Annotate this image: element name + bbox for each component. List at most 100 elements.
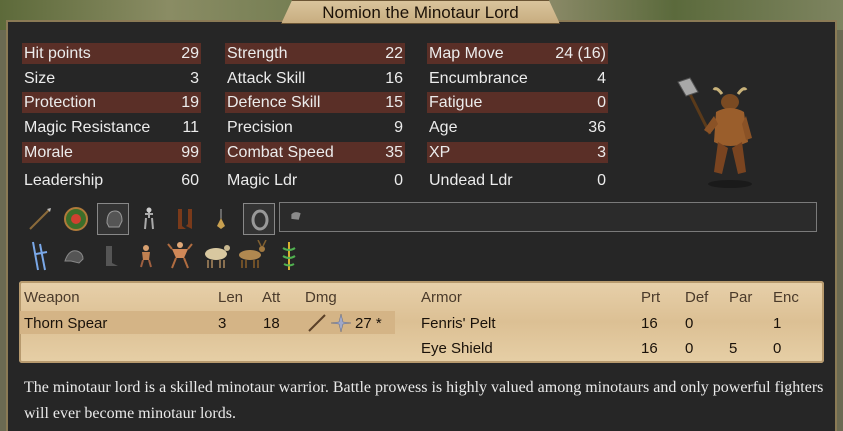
weapon-name[interactable]: Thorn Spear [24, 315, 107, 333]
stat-magic-leadership[interactable]: Magic Ldr 0 [225, 170, 405, 191]
stat-xp[interactable]: XP 3 [427, 142, 608, 163]
unit-description: The minotaur lord is a skilled minotaur … [24, 379, 824, 422]
armor-enc: 0 [773, 340, 782, 357]
stat-fatigue[interactable]: Fatigue 0 [427, 92, 608, 113]
amulet-icon[interactable] [208, 206, 234, 232]
armor-name[interactable]: Fenris' Pelt [421, 315, 496, 333]
enc-header: Enc [773, 289, 799, 306]
title-tab: Nomion the Minotaur Lord [281, 0, 560, 24]
weapon-att: 18 [263, 315, 280, 332]
stat-combat-speed[interactable]: Combat Speed 35 [225, 142, 405, 163]
stat-value: 0 [597, 94, 606, 111]
stat-label: Morale [24, 144, 73, 161]
weapon-len: 3 [218, 315, 227, 332]
stat-strength[interactable]: Strength 22 [225, 43, 405, 64]
warrior-icon[interactable] [133, 243, 159, 269]
stat-label: Size [24, 70, 56, 87]
stat-hit-points[interactable]: Hit points 29 [22, 43, 201, 64]
len-header: Len [218, 289, 244, 306]
caduceus-icon[interactable] [276, 240, 302, 272]
stat-value: 3 [597, 144, 606, 161]
stat-value: 15 [385, 94, 403, 111]
stat-morale[interactable]: Morale 99 [22, 142, 201, 163]
stat-label: Combat Speed [227, 144, 334, 161]
armor-header: Armor [421, 289, 462, 306]
stat-label: Attack Skill [227, 70, 306, 87]
att-header: Att [262, 289, 281, 306]
stat-leadership[interactable]: Leadership 60 [22, 170, 201, 191]
stat-age[interactable]: Age 36 [427, 117, 608, 138]
stat-label: Age [429, 119, 458, 136]
stat-label: Map Move [429, 45, 504, 62]
armor-name[interactable]: Eye Shield [421, 340, 493, 358]
ram-icon[interactable] [200, 240, 232, 270]
stat-value: 35 [385, 144, 403, 161]
stat-value: 0 [394, 172, 403, 189]
boots-icon[interactable] [172, 206, 198, 232]
stat-value: 0 [597, 172, 606, 189]
stat-value: 99 [181, 144, 199, 161]
armor-piercing-icon [330, 313, 352, 333]
par-header: Par [729, 289, 753, 306]
stat-magic-resistance[interactable]: Magic Resistance 11 [22, 117, 201, 138]
unit-title: Nomion the Minotaur Lord [322, 3, 519, 22]
misc-item-icon [291, 212, 301, 220]
stat-label: Magic Ldr [227, 172, 298, 189]
stat-value: 16 [385, 70, 403, 87]
ring-icon [251, 209, 269, 231]
stat-precision[interactable]: Precision 9 [225, 117, 405, 138]
spirit-wolf-icon[interactable] [61, 243, 87, 269]
armor-par: 5 [729, 340, 738, 357]
shield-ring-icon[interactable] [63, 206, 89, 232]
stat-label: Defence Skill [227, 94, 321, 111]
armor-prt: 16 [641, 315, 658, 332]
prt-header: Prt [641, 289, 661, 306]
dmg-header: Dmg [305, 289, 337, 306]
stat-label: Leadership [24, 172, 104, 189]
stat-label: Fatigue [429, 94, 483, 111]
stat-label: XP [429, 144, 451, 161]
armor-enc: 1 [773, 315, 782, 332]
stat-value: 60 [181, 172, 199, 189]
weapon-header: Weapon [24, 289, 80, 306]
stat-label: Precision [227, 119, 293, 136]
boot-icon[interactable] [98, 243, 124, 269]
minotaur-portrait [677, 77, 752, 188]
stat-undead-leadership[interactable]: Undead Ldr 0 [427, 170, 608, 191]
stat-label: Undead Ldr [429, 172, 513, 189]
stag-icon[interactable] [234, 240, 268, 270]
stat-value: 19 [181, 94, 199, 111]
stat-value: 11 [182, 119, 199, 136]
stat-value: 4 [597, 70, 606, 87]
stat-label: Protection [24, 94, 97, 111]
def-header: Def [685, 289, 709, 306]
stat-label: Encumbrance [429, 70, 528, 87]
ring-slot[interactable] [243, 203, 275, 235]
stat-defence-skill[interactable]: Defence Skill 15 [225, 92, 405, 113]
misc-item-slot[interactable] [279, 202, 817, 232]
stat-protection[interactable]: Protection 19 [22, 92, 201, 113]
helmet-icon [106, 210, 123, 228]
stat-label: Magic Resistance [24, 119, 151, 136]
stat-attack-skill[interactable]: Attack Skill 16 [225, 68, 405, 89]
stat-value: 29 [181, 45, 199, 62]
berserker-icon[interactable] [166, 240, 194, 270]
armor-prt: 16 [641, 340, 658, 357]
spear-damage-icon [308, 314, 326, 332]
body-armor-icon[interactable] [136, 206, 162, 232]
stat-value: 3 [190, 70, 199, 87]
stat-label: Strength [227, 45, 288, 62]
weapon-damage: 27 * [355, 315, 382, 332]
stat-size[interactable]: Size 3 [22, 68, 201, 89]
winter-icon[interactable] [27, 240, 53, 274]
stat-value: 36 [588, 119, 606, 136]
stat-encumbrance[interactable]: Encumbrance 4 [427, 68, 608, 89]
stat-value: 24 (16) [555, 45, 606, 62]
stat-value: 9 [394, 119, 403, 136]
armor-def: 0 [685, 315, 694, 332]
armor-def: 0 [685, 340, 694, 357]
helmet-slot[interactable] [97, 203, 129, 235]
spear-icon[interactable] [27, 206, 53, 232]
stat-map-move[interactable]: Map Move 24 (16) [427, 43, 608, 64]
stat-label: Hit points [24, 45, 91, 62]
